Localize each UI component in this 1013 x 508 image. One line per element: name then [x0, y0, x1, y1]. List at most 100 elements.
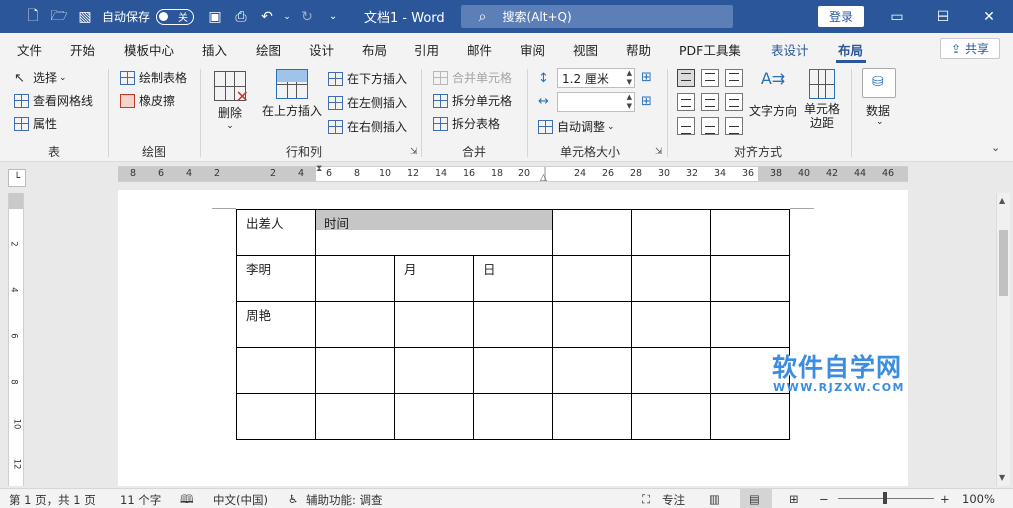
table-cell[interactable]: [710, 301, 790, 348]
align-top-right-button[interactable]: [725, 69, 743, 87]
table-cell[interactable]: [631, 301, 711, 348]
document-table[interactable]: 出差人 李明 月 日 周艳: [236, 209, 790, 440]
table-cell[interactable]: 日: [473, 255, 553, 302]
table-cell[interactable]: [552, 301, 632, 348]
tab-help[interactable]: 帮助: [626, 40, 651, 59]
row-height-input[interactable]: 1.2 厘米 ▲ ▼: [557, 68, 635, 88]
proofing-icon[interactable]: 🕮: [180, 492, 194, 508]
scroll-up-icon[interactable]: ▲: [999, 196, 1005, 205]
insert-left-button[interactable]: 在左侧插入: [328, 94, 407, 111]
right-indent-marker-icon[interactable]: △: [540, 173, 547, 183]
table-cell[interactable]: [394, 301, 474, 348]
align-center-right-button[interactable]: [725, 93, 743, 111]
table-cell[interactable]: [473, 347, 553, 394]
insert-below-button[interactable]: 在下方插入: [328, 70, 407, 87]
insert-right-button[interactable]: 在右侧插入: [328, 118, 407, 135]
print-layout-icon[interactable]: ▤: [749, 492, 760, 506]
tab-insert[interactable]: 插入: [202, 40, 227, 59]
tab-pdf-tools[interactable]: PDF工具集: [679, 40, 741, 59]
view-gridlines-button[interactable]: 查看网格线: [14, 92, 93, 109]
table-cell[interactable]: 周艳: [236, 301, 316, 348]
table-cell[interactable]: [552, 393, 632, 440]
zoom-in-icon[interactable]: +: [940, 492, 950, 506]
table-cell[interactable]: [236, 393, 316, 440]
collapse-ribbon-icon[interactable]: ⌄: [991, 141, 1000, 154]
table-cell[interactable]: [315, 301, 395, 348]
tab-references[interactable]: 引用: [414, 40, 439, 59]
align-top-left-button[interactable]: [677, 69, 695, 87]
login-button[interactable]: 登录: [818, 6, 864, 27]
zoom-slider-knob[interactable]: [883, 492, 887, 504]
table-cell[interactable]: [394, 347, 474, 394]
table-cell[interactable]: [631, 347, 711, 394]
draw-table-button[interactable]: 绘制表格: [120, 69, 187, 86]
print-preview-icon[interactable]: ⎙: [228, 0, 254, 33]
table-cell[interactable]: [631, 393, 711, 440]
close-button[interactable]: ✕: [966, 0, 1012, 33]
tab-layout[interactable]: 布局: [362, 40, 387, 59]
dialog-launcher-icon[interactable]: ⇲: [410, 147, 418, 157]
delete-button[interactable]: ✕ 删除 ⌄: [210, 71, 250, 131]
word-count[interactable]: 11 个字: [120, 492, 161, 508]
table-cell[interactable]: [631, 209, 711, 256]
indent-marker-icon[interactable]: ⧗: [316, 164, 322, 174]
tab-design[interactable]: 设计: [309, 40, 334, 59]
image-icon[interactable]: ▧: [72, 0, 98, 33]
focus-mode-button[interactable]: 专注: [662, 492, 685, 508]
cell-margins-button[interactable]: 单元格 边距: [800, 69, 844, 130]
tab-draw[interactable]: 绘图: [256, 40, 281, 59]
table-cell[interactable]: [315, 347, 395, 394]
table-cell[interactable]: [315, 393, 395, 440]
insert-above-button[interactable]: 在上方插入: [258, 69, 326, 119]
eraser-button[interactable]: 橡皮擦: [120, 92, 175, 109]
table-cell[interactable]: [473, 301, 553, 348]
align-center-button[interactable]: [701, 93, 719, 111]
tab-home[interactable]: 开始: [70, 40, 95, 59]
scroll-down-icon[interactable]: ▼: [999, 473, 1005, 482]
autosave-toggle[interactable]: 关: [156, 8, 195, 25]
accessibility-status[interactable]: 辅助功能: 调查: [306, 492, 383, 508]
zoom-out-icon[interactable]: −: [819, 492, 829, 506]
spinner-arrows-icon[interactable]: ▲ ▼: [627, 69, 632, 87]
align-bottom-right-button[interactable]: [725, 117, 743, 135]
tab-table-design[interactable]: 表设计: [771, 40, 809, 59]
vertical-ruler[interactable]: 2 4 6 8 10 12: [8, 193, 24, 486]
properties-button[interactable]: 属性: [14, 115, 57, 132]
language[interactable]: 中文(中国): [213, 492, 268, 508]
text-direction-button[interactable]: A⇉ 文字方向: [747, 69, 799, 119]
save-icon[interactable]: ▣: [202, 0, 228, 33]
selected-text-highlight[interactable]: 时间: [316, 210, 552, 231]
data-button[interactable]: ⛁: [862, 68, 896, 98]
tab-review[interactable]: 审阅: [520, 40, 545, 59]
table-cell[interactable]: [236, 347, 316, 394]
split-cells-button[interactable]: 拆分单元格: [433, 92, 512, 109]
share-button[interactable]: ⇪ 共享: [940, 38, 1000, 59]
align-top-center-button[interactable]: [701, 69, 719, 87]
table-cell[interactable]: 出差人: [236, 209, 316, 256]
search-box[interactable]: ⌕ 搜索(Alt+Q): [460, 5, 733, 28]
page-count[interactable]: 第 1 页，共 1 页: [9, 492, 96, 508]
undo-icon[interactable]: ↶: [254, 0, 280, 33]
table-cell[interactable]: [710, 209, 790, 256]
tab-file[interactable]: 文件: [17, 40, 42, 59]
align-bottom-center-button[interactable]: [701, 117, 719, 135]
tab-mailings[interactable]: 邮件: [467, 40, 492, 59]
tab-selector[interactable]: └: [8, 169, 26, 187]
zoom-level[interactable]: 100%: [962, 492, 995, 506]
merge-cells-button[interactable]: 合并单元格: [433, 69, 512, 86]
table-cell[interactable]: [394, 393, 474, 440]
redo-icon[interactable]: ↻: [294, 0, 320, 33]
align-center-left-button[interactable]: [677, 93, 695, 111]
minimize-button-2[interactable]: [874, 0, 920, 33]
autofit-button[interactable]: 自动调整 ⌄: [538, 118, 615, 135]
align-bottom-left-button[interactable]: [677, 117, 695, 135]
column-width-input[interactable]: ▲ ▼: [557, 92, 635, 112]
maximize-button[interactable]: ☐: [920, 0, 966, 33]
open-folder-icon[interactable]: 🗁: [46, 0, 72, 33]
table-cell[interactable]: [552, 209, 632, 256]
table-cell[interactable]: 月: [394, 255, 474, 302]
undo-dropdown-icon[interactable]: ⌄: [280, 0, 294, 33]
customize-toolbar-icon[interactable]: ⌄: [320, 0, 346, 33]
dialog-launcher-icon[interactable]: ⇲: [655, 147, 663, 157]
distribute-rows-icon[interactable]: ⊞: [641, 70, 652, 85]
